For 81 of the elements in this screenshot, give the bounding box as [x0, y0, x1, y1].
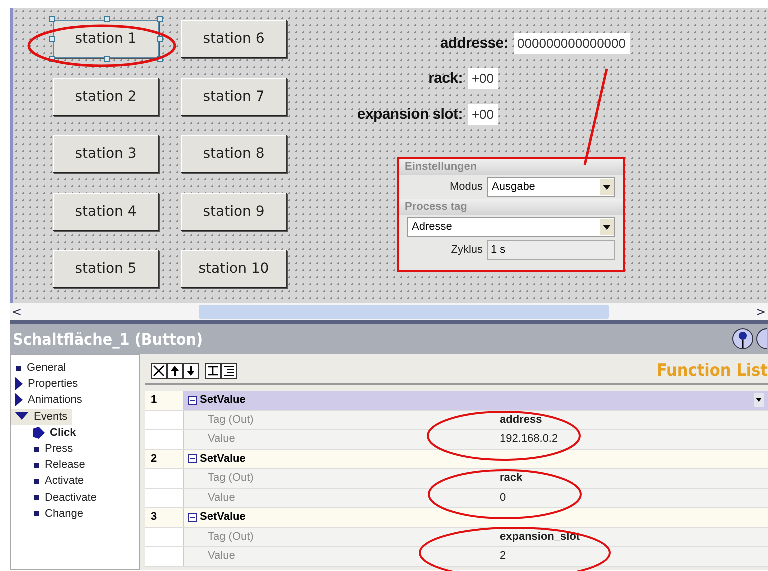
collapse-icon[interactable]	[188, 396, 197, 405]
function-row[interactable]: SetValue	[184, 450, 768, 468]
bullet-icon	[15, 364, 22, 373]
collapsed-triangle-icon	[15, 377, 23, 392]
tree-item[interactable]: Click	[11, 424, 139, 441]
tree-item[interactable]: Release	[11, 457, 139, 474]
scrollbar-thumb[interactable]	[199, 304, 609, 318]
table-cell	[145, 430, 184, 448]
dropdown[interactable]: Adresse	[407, 217, 615, 237]
scroll-right-button[interactable]: >	[754, 304, 768, 318]
parameter-label: Value	[184, 430, 500, 448]
parameter-value[interactable]: expansion_slot	[500, 528, 768, 546]
section-header: Einstellungen	[399, 159, 623, 175]
station-button[interactable]: station 5	[53, 250, 159, 288]
collapse-icon[interactable]	[188, 512, 197, 522]
station-button[interactable]: station 9	[181, 192, 287, 230]
parameter-value[interactable]: 2	[500, 547, 768, 566]
bullet-icon	[33, 509, 40, 518]
row-number: 2	[145, 450, 184, 468]
row-number: 3	[145, 508, 184, 526]
station-button[interactable]: station 2	[53, 78, 159, 116]
close-icon[interactable]	[756, 328, 768, 350]
tree-item[interactable]: Change	[11, 506, 139, 522]
parameter-label: Tag (Out)	[184, 469, 500, 488]
parameter-value[interactable]: 0	[500, 488, 768, 507]
parameter-label: Tag (Out)	[184, 528, 500, 546]
function-row[interactable]: SetValue	[184, 508, 768, 526]
tree-item[interactable]: Press	[11, 440, 139, 458]
section-header: Process tag	[399, 199, 623, 215]
field-label: rack:	[428, 70, 463, 87]
field-label: addresse:	[440, 35, 509, 52]
parameter-label: Tag (Out)	[184, 410, 500, 429]
table-cell	[145, 528, 184, 546]
dropdown[interactable]: Ausgabe	[487, 177, 615, 197]
parameter-label: Value	[184, 547, 500, 566]
row-number: 1	[145, 391, 184, 410]
table-cell	[145, 547, 184, 566]
readonly-field[interactable]: 1 s	[487, 240, 615, 260]
move-up-icon[interactable]	[167, 363, 183, 379]
bullet-icon	[33, 444, 40, 454]
tree-item[interactable]: General	[11, 360, 139, 376]
tree-item[interactable]: Events	[11, 408, 72, 425]
function-list-title: Function List	[656, 361, 768, 381]
field-label: expansion slot:	[357, 106, 463, 123]
tree-item[interactable]: Properties	[11, 376, 139, 392]
value-field[interactable]: 000000000000000	[514, 33, 630, 54]
parameter-value[interactable]: 192.168.0.2	[500, 430, 768, 448]
panel-title: Schaltfläche_1 (Button)	[13, 330, 204, 348]
station-button[interactable]: station 10	[181, 250, 287, 288]
table-cell	[145, 469, 184, 488]
selected-marker-icon	[33, 426, 45, 439]
value-field[interactable]: +00	[468, 68, 498, 89]
expanded-triangle-icon	[15, 412, 29, 422]
delete-icon[interactable]	[151, 363, 167, 379]
station-button[interactable]: station 8	[181, 135, 287, 173]
tree-item[interactable]: Animations	[11, 392, 139, 409]
station-button[interactable]: station 1	[53, 20, 159, 58]
table-cell	[145, 488, 184, 507]
scroll-left-button[interactable]: <	[10, 304, 24, 318]
collapse-icon[interactable]	[188, 454, 197, 464]
function-row[interactable]: SetValue	[184, 391, 768, 410]
bullet-icon	[33, 493, 40, 502]
move-down-icon[interactable]	[183, 363, 199, 379]
station-button[interactable]: station 7	[181, 78, 287, 116]
table-cell	[145, 410, 184, 429]
bullet-icon	[33, 476, 40, 486]
expand-all-icon[interactable]	[221, 363, 237, 379]
row-label: Modus	[448, 181, 483, 193]
pin-icon[interactable]	[732, 328, 754, 350]
station-button[interactable]: station 3	[53, 135, 159, 173]
tree-item[interactable]: Activate	[11, 473, 139, 490]
parameter-value[interactable]: address	[500, 410, 768, 429]
bullet-icon	[33, 460, 40, 470]
collapsed-triangle-icon	[15, 393, 23, 408]
station-button[interactable]: station 4	[53, 192, 159, 230]
parameter-label: Value	[184, 488, 500, 507]
row-label: Zyklus	[450, 244, 483, 256]
value-field[interactable]: +00	[468, 104, 498, 125]
station-button[interactable]: station 6	[181, 20, 287, 58]
tree-item[interactable]: Deactivate	[11, 490, 139, 506]
parameter-value[interactable]: rack	[500, 469, 768, 488]
